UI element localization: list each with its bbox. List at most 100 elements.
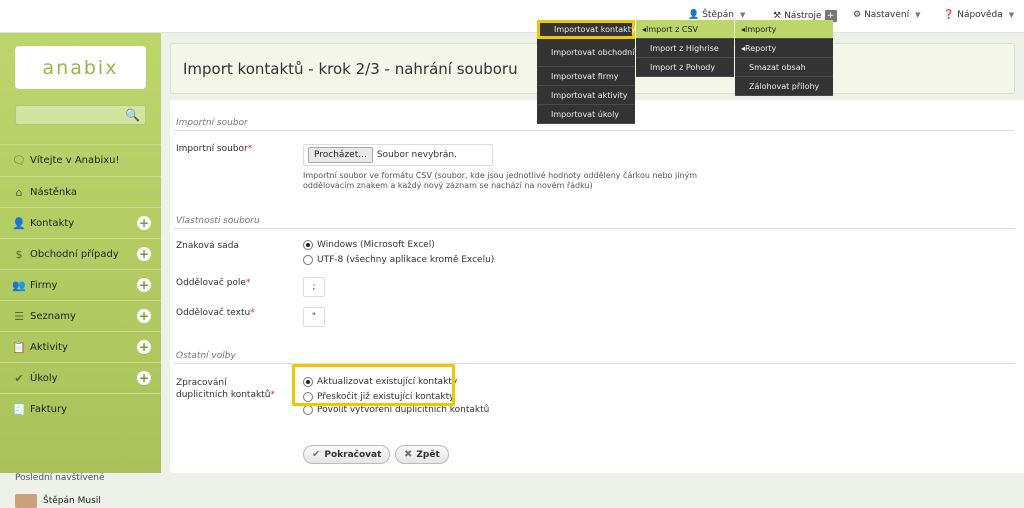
sidebar-item-label: Kontakty [30,217,75,229]
check-icon: ✔ [312,449,321,460]
menu-label: Importovat kontakty [554,25,636,34]
clipboard-icon: 📋 [12,340,26,354]
menu-label: Import z Highrise [650,43,719,53]
menu-label: Importovat firmy [551,71,619,81]
col1-item-1[interactable]: Importovat kontakty [537,20,636,39]
col3-item-1[interactable]: ◂ Importy [735,20,833,39]
col3-item-3[interactable]: Smazat obsah [735,58,833,77]
user-icon: 👤 [688,10,700,20]
home-icon: ⌂ [15,185,23,199]
user-menu[interactable]: 👤 Štěpán ▼ [688,10,745,20]
menu-label: Importovat aktivity [551,90,628,100]
section-props: Vlastnosti souboru [176,216,260,226]
menu-label: Import z CSV [646,24,698,34]
divider [174,228,1014,229]
sidebar: anabix 🔍 🗨 Vítejte v Anabixu! ⌂ Nástěnka 👤 Ko… [0,33,161,508]
section-other: Ostatní volby [176,351,236,361]
menu-label: Zálohovat přílohy [749,81,820,91]
menu-label: Smazat obsah [749,62,806,72]
avatar [15,494,37,508]
menu-label: Importovat úkoly [551,109,620,119]
duplicates-label: Zpracování duplicitních kontaktů* [176,378,275,400]
sidebar-item-4[interactable]: $ Obchodní případy + [0,238,161,269]
radio-icon[interactable] [303,255,313,265]
search-input[interactable]: 🔍 [15,105,146,125]
sidebar-item-label: Obchodní případy [30,248,119,260]
col3-item-2[interactable]: ◂ Reporty [735,39,833,58]
import-contacts-submenu: ◂ Import z CSV Import z Highrise Import z … [636,20,734,77]
help-menu[interactable]: ❓ Nápověda ▼ [943,10,1014,20]
section-file: Importní soubor [176,118,248,128]
add-icon[interactable]: + [137,309,151,323]
col2-item-3[interactable]: Import z Pohody [636,58,734,77]
field-separator-label: Oddělovač pole* [176,278,251,288]
radio-icon[interactable] [303,405,313,415]
page-title: Import kontaktů - krok 2/3 - nahrání sou… [183,60,518,78]
sidebar-item-label: Aktivity [30,341,68,353]
user-icon: 👤 [12,216,26,230]
text-separator-label: Oddělovač textu* [176,308,255,318]
radio-label: Povolit vytvoření duplicitních kontaktů [317,405,490,415]
back-button[interactable]: ✖ Zpět [395,445,449,464]
col2-item-2[interactable]: Import z Highrise [636,39,734,58]
add-icon[interactable]: + [137,340,151,354]
charset-utf8-radio[interactable]: UTF-8 (všechny aplikace kromě Excelu) [303,255,494,265]
col2-item-1[interactable]: ◂ Import z CSV [636,20,734,39]
group-icon: 👥 [12,278,26,292]
menu-label: Import z Pohody [650,62,716,72]
gear-icon: ⚙ [853,10,862,20]
highlight-box [292,364,455,406]
chevron-down-icon: ▼ [1008,11,1015,19]
sidebar-item-8[interactable]: ✔ Úkoly + [0,362,161,393]
sidebar-item-7[interactable]: 📋 Aktivity + [0,331,161,362]
sidebar-item-label: Firmy [30,279,58,291]
sidebar-item-5[interactable]: 👥 Firmy + [0,269,161,300]
text-separator-input[interactable]: " [303,307,325,327]
sidebar-item-1[interactable]: 🗨 Vítejte v Anabixu! [0,144,161,175]
col1-item-4[interactable]: Importovat aktivity [537,86,635,105]
add-icon[interactable]: + [137,247,151,261]
menu-label: Reporty [745,43,777,53]
help-icon: ❓ [943,10,955,20]
sidebar-item-2[interactable]: ⌂ Nástěnka [0,176,161,207]
add-icon[interactable]: + [137,371,151,385]
field-separator-input[interactable]: ; [303,277,325,297]
dup-allow-radio[interactable]: Povolit vytvoření duplicitních kontaktů [303,405,489,415]
back-label: Zpět [416,449,440,460]
sidebar-item-9[interactable]: 🧾 Faktury [0,393,161,424]
browse-button[interactable]: Procházet... [308,147,373,163]
search-icon[interactable]: 🔍 [125,108,140,122]
import-menu: Importovat kontakty Importovat obchodní p… [537,20,667,124]
col1-item-3[interactable]: Importovat firmy [537,67,635,86]
recent-user-name: Štěpán Musil [43,496,101,506]
close-icon: ✖ [404,449,413,460]
recent-item[interactable]: Štěpán Musil [15,494,101,508]
continue-button[interactable]: ✔ Pokračovat [303,445,391,464]
radio-selected-icon[interactable] [303,240,313,250]
charset-windows-radio[interactable]: Windows (Microsoft Excel) [303,240,435,250]
sidebar-item-label: Faktury [30,403,68,415]
col1-item-5[interactable]: Importovat úkoly [537,105,635,124]
recent-label: Poslední navštívené [15,473,105,483]
sidebar-item-6[interactable]: ☰ Seznamy + [0,300,161,331]
list-icon: ☰ [14,309,24,323]
col1-item-2[interactable]: Importovat obchodní případy [537,39,667,67]
add-icon[interactable]: + [137,216,151,230]
continue-label: Pokračovat [324,449,382,460]
charset-label: Znaková sada [176,241,239,251]
help-label: Nápověda [957,10,1003,20]
sidebar-item-label: Seznamy [30,310,76,322]
file-input[interactable]: Procházet... Soubor nevybrán. [303,144,493,166]
menu-label: Importy [745,24,777,34]
chevron-down-icon: ▼ [915,11,921,19]
sidebar-item-label: Vítejte v Anabixu! [30,154,120,166]
sidebar-item-label: Nástěnka [30,186,77,198]
sidebar-item-3[interactable]: 👤 Kontakty + [0,207,161,238]
file-label: Importní soubor* [176,144,253,154]
logo[interactable]: anabix [15,46,146,89]
add-icon[interactable]: + [137,278,151,292]
col3-item-4[interactable]: Zálohovat přílohy [735,77,833,96]
import-form: Importní soubor Importní soubor* Procház… [170,100,1024,473]
radio-label: UTF-8 (všechny aplikace kromě Excelu) [317,255,495,265]
settings-menu[interactable]: ⚙ Nastavení ▼ [853,10,921,20]
